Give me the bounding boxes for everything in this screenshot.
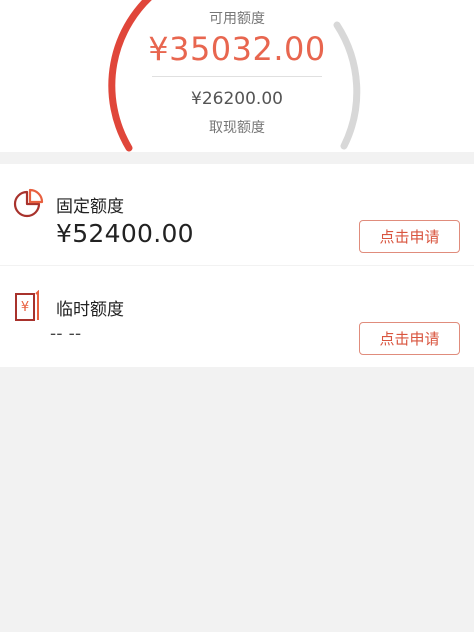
pie-chart-icon <box>13 188 44 218</box>
credit-header: 可用额度 ¥35032.00 ¥26200.00 取现额度 <box>0 0 474 152</box>
temporary-limit-amount: -- -- <box>50 324 82 344</box>
cash-limit-amount: ¥26200.00 <box>191 89 283 109</box>
temporary-limit-apply-button[interactable]: 点击申请 <box>359 322 460 355</box>
temporary-limit-card: ¥ 临时额度 -- -- 点击申请 <box>0 266 474 367</box>
gauge-divider <box>152 76 322 77</box>
fixed-limit-apply-button[interactable]: 点击申请 <box>359 220 460 253</box>
fixed-limit-amount: ¥52400.00 <box>56 219 194 248</box>
svg-text:¥: ¥ <box>21 300 29 315</box>
yuan-document-icon: ¥ <box>15 290 39 321</box>
available-limit-label: 可用额度 <box>209 11 265 27</box>
cash-limit-label: 取现额度 <box>209 120 265 136</box>
fixed-limit-card: 固定额度 ¥52400.00 点击申请 <box>0 164 474 265</box>
temporary-limit-title: 临时额度 <box>56 300 124 320</box>
fixed-limit-title: 固定额度 <box>56 197 124 217</box>
available-limit-amount: ¥35032.00 <box>148 30 326 68</box>
